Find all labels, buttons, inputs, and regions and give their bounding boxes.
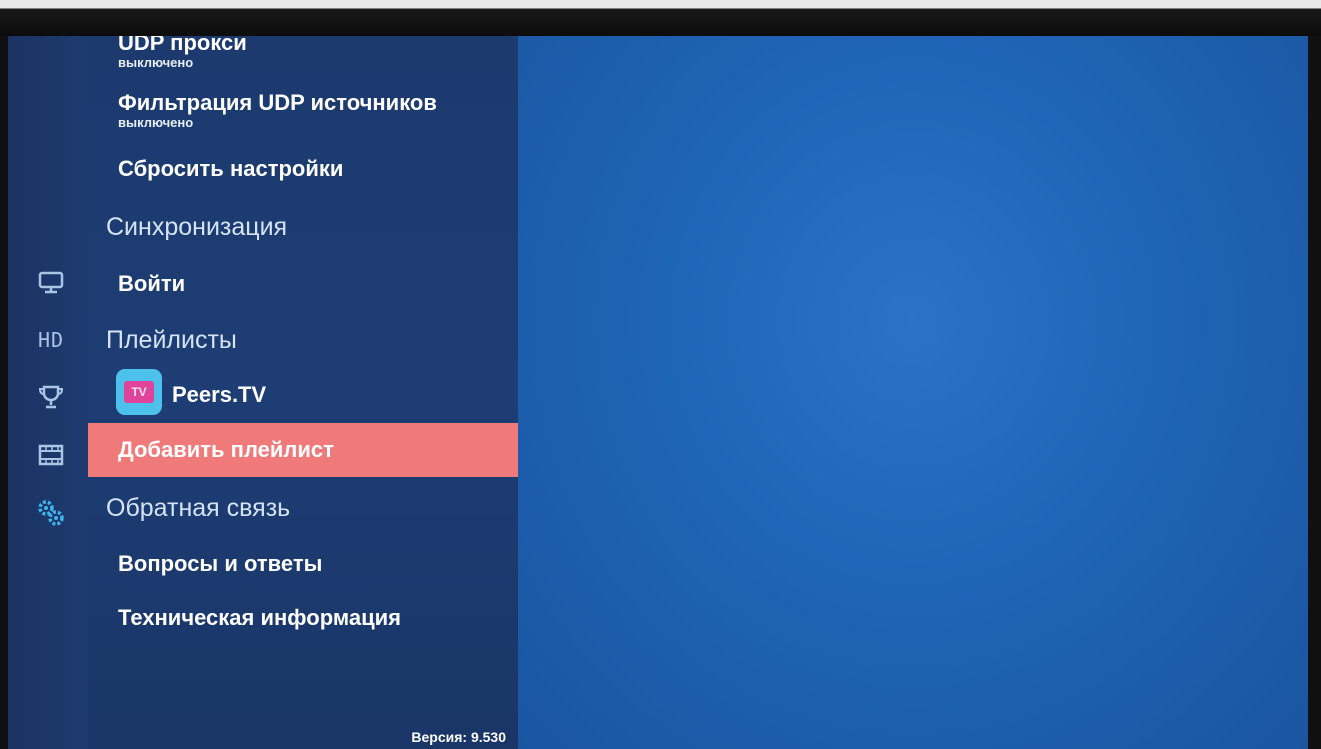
- tv-icon[interactable]: [36, 268, 66, 298]
- settings-icon[interactable]: [36, 498, 66, 528]
- udp-filter-value: выключено: [118, 115, 194, 130]
- film-icon[interactable]: [36, 440, 66, 470]
- menu-item-faq[interactable]: Вопросы и ответы: [88, 551, 518, 577]
- udp-proxy-label: UDP прокси: [118, 36, 247, 55]
- trophy-icon[interactable]: [36, 382, 66, 412]
- udp-filter-label: Фильтрация UDP источников: [118, 90, 437, 115]
- content-area: [518, 36, 1308, 749]
- version-label: Версия: 9.530: [411, 729, 506, 745]
- menu-item-reset[interactable]: Сбросить настройки: [88, 156, 518, 182]
- settings-menu: UDP прокси выключено Фильтрация UDP исто…: [88, 36, 518, 749]
- menu-item-playlist-peers-tv[interactable]: TV Peers.TV: [88, 369, 518, 417]
- hd-icon[interactable]: HD: [36, 325, 66, 355]
- tech-info-label: Техническая информация: [118, 605, 401, 630]
- udp-proxy-value: выключено: [118, 55, 194, 70]
- login-label: Войти: [118, 271, 186, 296]
- reset-label: Сбросить настройки: [118, 156, 344, 181]
- menu-item-add-playlist[interactable]: Добавить плейлист: [88, 423, 518, 477]
- section-header-sync: Синхронизация: [106, 213, 288, 241]
- faq-label: Вопросы и ответы: [118, 551, 323, 576]
- menu-item-tech-info[interactable]: Техническая информация: [88, 605, 518, 631]
- peers-tv-logo-icon: TV: [116, 369, 162, 415]
- monitor-bezel: [0, 0, 1321, 36]
- icon-rail: HD: [8, 36, 88, 749]
- menu-item-udp-proxy[interactable]: UDP прокси выключено: [88, 36, 518, 69]
- tv-screen: HD UDP прокси выключено Фильтрация UDP и…: [8, 36, 1308, 749]
- section-header-feedback: Обратная связь: [106, 494, 291, 522]
- menu-item-udp-filter[interactable]: Фильтрация UDP источников выключено: [88, 90, 518, 129]
- menu-item-login[interactable]: Войти: [88, 271, 518, 297]
- playlist-name-label: Peers.TV: [172, 382, 267, 407]
- section-header-playlists: Плейлисты: [106, 326, 237, 354]
- add-playlist-label: Добавить плейлист: [118, 437, 334, 462]
